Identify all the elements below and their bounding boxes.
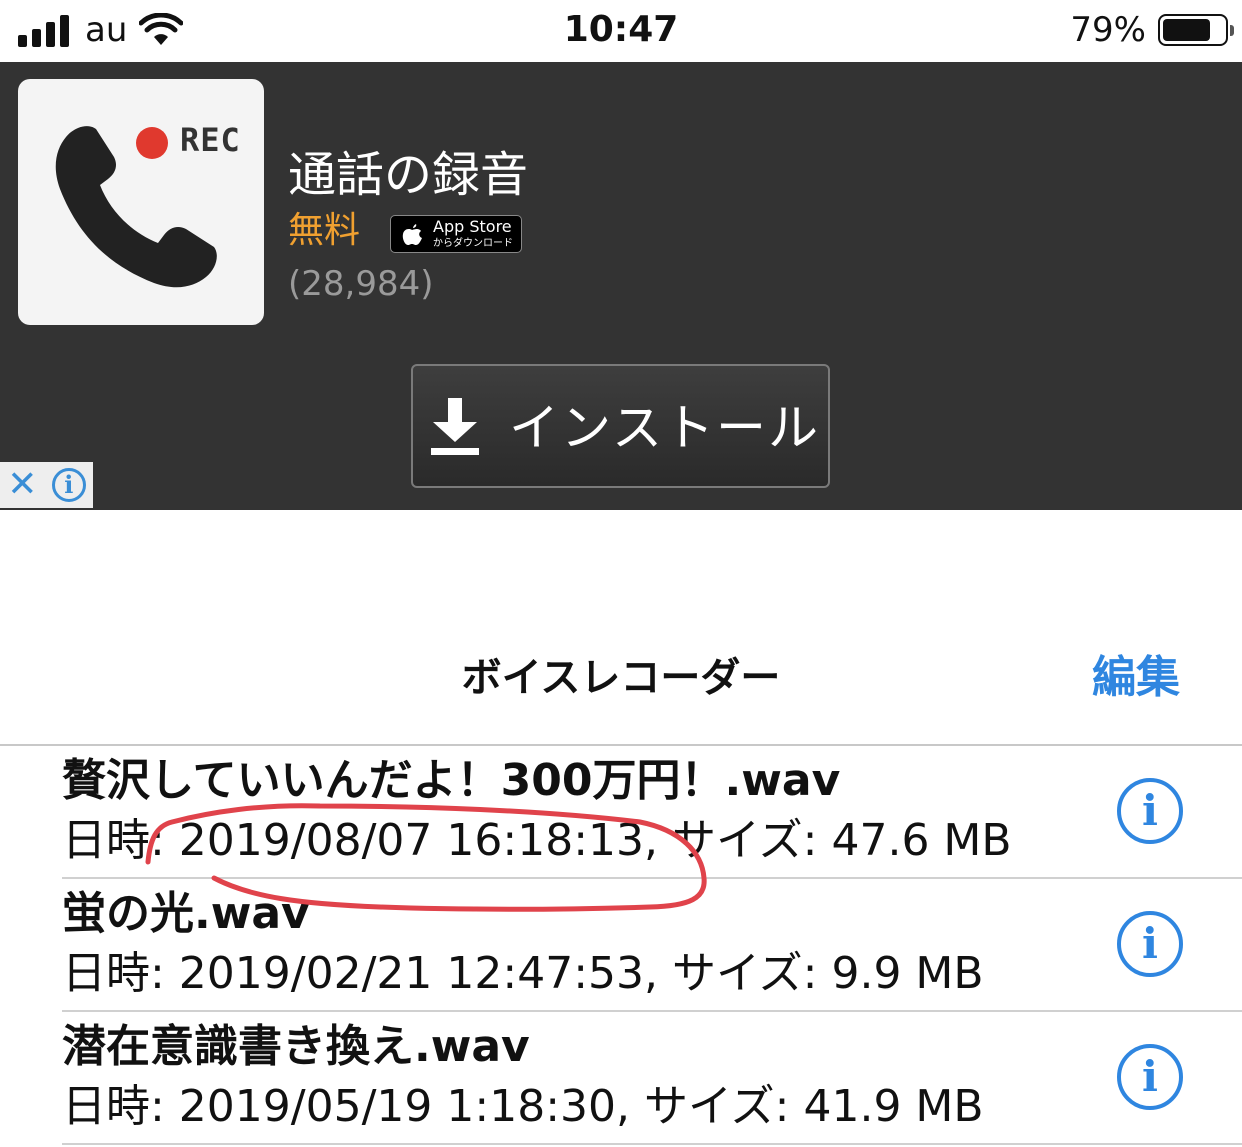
recording-title: 贅沢していいんだよ！300万円！.wav bbox=[62, 755, 841, 806]
battery-icon bbox=[1158, 14, 1234, 46]
info-icon[interactable]: i bbox=[1117, 1044, 1183, 1110]
list-item[interactable]: 贅沢していいんだよ！300万円！.wav 日時: 2019/08/07 16:1… bbox=[0, 746, 1242, 879]
badge-line-1: App Store bbox=[433, 217, 512, 236]
install-button[interactable]: インストール bbox=[411, 364, 830, 488]
row-divider bbox=[62, 1143, 1242, 1145]
recording-meta: 日時: 2019/08/07 16:18:13, サイズ: 47.6 MB bbox=[62, 815, 1012, 866]
ad-banner[interactable]: REC 通話の録音 無料 App Store からダウンロード (28,984)… bbox=[0, 62, 1242, 510]
recording-title: 蛍の光.wav bbox=[62, 888, 310, 939]
clock: 10:47 bbox=[563, 9, 679, 50]
list-item[interactable]: 蛍の光.wav 日時: 2019/02/21 12:47:53, サイズ: 9.… bbox=[0, 879, 1242, 1012]
battery-cap bbox=[1230, 25, 1234, 36]
close-ad-icon[interactable]: ✕ bbox=[7, 465, 37, 505]
list-item[interactable]: 潜在意識書き換え.wav 日時: 2019/05/19 1:18:30, サイズ… bbox=[0, 1012, 1242, 1145]
app-icon[interactable]: REC bbox=[18, 79, 264, 325]
page-title: ボイスレコーダー bbox=[461, 655, 781, 701]
info-icon[interactable]: i bbox=[1117, 778, 1183, 844]
apple-icon bbox=[402, 224, 422, 245]
info-icon[interactable]: i bbox=[1117, 911, 1183, 977]
edit-button[interactable]: 編集 bbox=[1092, 650, 1180, 706]
install-label: インストール bbox=[509, 399, 820, 457]
battery-fill bbox=[1163, 19, 1211, 41]
recordings-list: 贅沢していいんだよ！300万円！.wav 日時: 2019/08/07 16:1… bbox=[0, 746, 1242, 1145]
recording-meta: 日時: 2019/02/21 12:47:53, サイズ: 9.9 MB bbox=[62, 948, 984, 999]
recording-meta: 日時: 2019/05/19 1:18:30, サイズ: 41.9 MB bbox=[62, 1081, 984, 1132]
ad-info-icon[interactable]: i bbox=[51, 468, 86, 502]
status-bar: au 10:47 79% bbox=[0, 0, 1242, 62]
rec-label: REC bbox=[180, 121, 241, 159]
ad-app-name[interactable]: 通話の録音 bbox=[288, 146, 528, 204]
download-icon bbox=[431, 398, 479, 455]
badge-line-2: からダウンロード bbox=[433, 238, 513, 249]
ad-choices[interactable]: ✕ i bbox=[0, 462, 93, 508]
status-right: 79% bbox=[1070, 8, 1234, 52]
recording-title: 潜在意識書き換え.wav bbox=[62, 1021, 530, 1072]
rec-dot-icon bbox=[136, 127, 168, 159]
ad-review-count: (28,984) bbox=[288, 264, 434, 304]
battery-percent: 79% bbox=[1070, 10, 1146, 50]
app-store-badge[interactable]: App Store からダウンロード bbox=[390, 215, 522, 253]
ad-app-price: 無料 bbox=[288, 210, 361, 251]
